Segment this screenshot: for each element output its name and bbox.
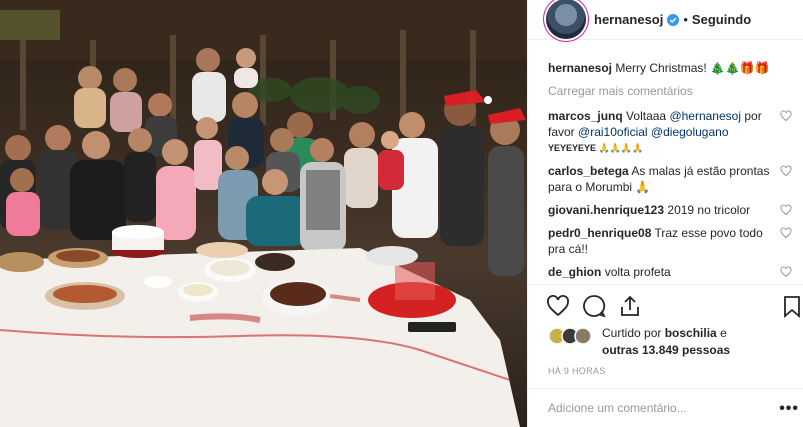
action-bar — [546, 294, 803, 320]
heart-icon[interactable] — [780, 204, 792, 216]
caption: hernanesoj Merry Christmas! 🎄🎄🎁🎁 — [548, 60, 796, 76]
comment-username[interactable]: carlos_betega — [548, 164, 629, 178]
instagram-post: hernanesoj • Seguindo hernanesoj Merry C… — [0, 0, 803, 427]
comment-item: pedr0_henrique08 Traz esse povo todo pra… — [548, 225, 796, 257]
family-christmas-photo — [0, 0, 527, 427]
mention-link[interactable]: @diegolugano — [651, 125, 729, 139]
comment-item: giovani.henrique123 2019 no tricolor — [548, 202, 796, 218]
mention-link[interactable]: @hernanesoj — [669, 109, 741, 123]
liked-by-prefix: Curtido por — [602, 326, 662, 340]
liked-by-user[interactable]: boschilia — [665, 326, 717, 340]
comment-username[interactable]: giovani.henrique123 — [548, 203, 664, 217]
post-timestamp[interactable]: HÁ 9 HORAS — [548, 366, 606, 376]
author-avatar[interactable] — [546, 0, 586, 39]
caption-username[interactable]: hernanesoj — [548, 61, 612, 75]
comment-item: carlos_betega As malas já estão prontas … — [548, 163, 796, 195]
comment-username[interactable]: marcos_junq — [548, 109, 623, 123]
likes-summary: Curtido por boschilia e outras 13.849 pe… — [602, 325, 802, 359]
liker-avatars — [548, 327, 592, 345]
comment-text-extra: YEYEYEYE 🙏🙏🙏🙏 — [548, 143, 644, 153]
load-more-comments-link[interactable]: Carregar mais comentários — [548, 83, 796, 99]
post-photo[interactable] — [0, 0, 527, 427]
comment-item: marcos_junq Voltaaa @hernanesoj por favo… — [548, 108, 796, 156]
verified-icon — [667, 13, 680, 26]
author-username[interactable]: hernanesoj — [594, 12, 663, 27]
comment-text: volta profeta — [604, 265, 671, 279]
more-options-icon[interactable]: ••• — [779, 400, 799, 418]
liked-by-and: e — [720, 326, 727, 340]
bookmark-icon[interactable] — [780, 294, 803, 318]
comment-icon[interactable] — [582, 294, 606, 318]
liked-by-others[interactable]: outras 13.849 pessoas — [602, 343, 730, 357]
post-side-panel: hernanesoj • Seguindo hernanesoj Merry C… — [527, 0, 803, 427]
following-button[interactable]: Seguindo — [692, 12, 751, 27]
heart-icon[interactable] — [780, 227, 792, 239]
add-comment-field[interactable]: Adicione um comentário... — [528, 388, 803, 427]
caption-text: Merry Christmas! 🎄🎄🎁🎁 — [615, 61, 770, 75]
heart-icon[interactable] — [780, 110, 792, 122]
follow-dot: • — [683, 12, 688, 27]
heart-icon[interactable] — [546, 294, 570, 318]
heart-icon[interactable] — [780, 266, 792, 278]
comment-text: 2019 no tricolor — [667, 203, 751, 217]
divider — [528, 284, 803, 285]
mention-link[interactable]: @rai10oficial — [578, 125, 648, 139]
share-icon[interactable] — [618, 294, 642, 318]
comment-text: Voltaaa — [626, 109, 667, 123]
comment-username[interactable]: pedr0_henrique08 — [548, 226, 651, 240]
comments-list: hernanesoj Merry Christmas! 🎄🎄🎁🎁 Carrega… — [548, 60, 796, 288]
heart-icon[interactable] — [780, 165, 792, 177]
add-comment-placeholder: Adicione um comentário... — [548, 401, 687, 415]
post-header: hernanesoj • Seguindo — [528, 0, 803, 40]
comment-username[interactable]: de_ghion — [548, 265, 601, 279]
comment-item: de_ghion volta profeta — [548, 264, 796, 280]
